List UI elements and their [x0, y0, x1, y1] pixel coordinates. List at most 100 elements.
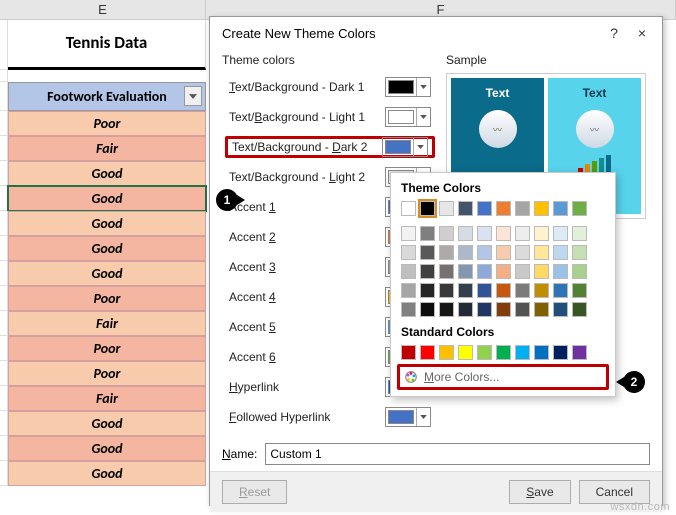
color-swatch[interactable] — [439, 201, 454, 216]
color-swatch[interactable] — [420, 201, 435, 216]
color-swatch[interactable] — [496, 283, 511, 298]
color-swatch[interactable] — [420, 226, 435, 241]
color-swatch[interactable] — [458, 201, 473, 216]
table-row[interactable]: Good — [8, 161, 206, 186]
color-swatch[interactable] — [477, 283, 492, 298]
color-swatch[interactable] — [515, 264, 530, 279]
color-swatch[interactable] — [458, 264, 473, 279]
color-swatch[interactable] — [439, 226, 454, 241]
theme-item-swatch-dropdown[interactable] — [385, 407, 431, 427]
color-swatch[interactable] — [496, 302, 511, 317]
color-swatch[interactable] — [534, 264, 549, 279]
color-swatch[interactable] — [439, 302, 454, 317]
table-row[interactable]: Poor — [8, 336, 206, 361]
color-swatch[interactable] — [458, 345, 473, 360]
color-swatch[interactable] — [439, 264, 454, 279]
color-swatch[interactable] — [420, 302, 435, 317]
table-row[interactable]: Good — [8, 461, 206, 486]
color-swatch[interactable] — [458, 245, 473, 260]
color-swatch[interactable] — [572, 283, 587, 298]
table-row[interactable]: Good — [8, 436, 206, 461]
color-swatch[interactable] — [439, 283, 454, 298]
color-swatch[interactable] — [572, 264, 587, 279]
color-swatch[interactable] — [515, 302, 530, 317]
color-swatch[interactable] — [439, 245, 454, 260]
color-swatch[interactable] — [496, 245, 511, 260]
color-swatch[interactable] — [572, 302, 587, 317]
color-swatch[interactable] — [401, 201, 416, 216]
color-swatch[interactable] — [496, 345, 511, 360]
table-row[interactable]: Good — [8, 236, 206, 261]
color-swatch[interactable] — [458, 283, 473, 298]
color-swatch[interactable] — [572, 245, 587, 260]
table-row[interactable]: Good — [8, 261, 206, 286]
color-swatch[interactable] — [572, 226, 587, 241]
color-swatch[interactable] — [553, 245, 568, 260]
color-swatch[interactable] — [477, 264, 492, 279]
color-swatch[interactable] — [439, 345, 454, 360]
table-row[interactable]: Good — [8, 186, 206, 211]
theme-item-swatch-dropdown[interactable] — [382, 137, 428, 157]
table-row[interactable]: Fair — [8, 311, 206, 336]
close-button[interactable]: × — [628, 25, 656, 41]
color-swatch[interactable] — [420, 283, 435, 298]
table-row[interactable]: Poor — [8, 286, 206, 311]
color-swatch[interactable] — [496, 201, 511, 216]
color-swatch[interactable] — [534, 283, 549, 298]
color-swatch[interactable] — [477, 245, 492, 260]
color-swatch[interactable] — [553, 302, 568, 317]
color-swatch[interactable] — [515, 245, 530, 260]
color-swatch[interactable] — [401, 283, 416, 298]
more-colors-label: More Colors... — [424, 370, 499, 384]
color-swatch[interactable] — [553, 264, 568, 279]
reset-button[interactable]: Reset — [222, 480, 287, 504]
color-swatch[interactable] — [515, 345, 530, 360]
color-swatch[interactable] — [420, 264, 435, 279]
color-swatch[interactable] — [534, 245, 549, 260]
color-swatch[interactable] — [401, 226, 416, 241]
theme-item-swatch-dropdown[interactable] — [385, 107, 431, 127]
color-swatch[interactable] — [515, 201, 530, 216]
table-row[interactable]: Poor — [8, 361, 206, 386]
color-swatch[interactable] — [477, 226, 492, 241]
table-row[interactable]: Fair — [8, 136, 206, 161]
color-swatch[interactable] — [477, 201, 492, 216]
table-row[interactable]: Good — [8, 411, 206, 436]
color-swatch[interactable] — [553, 226, 568, 241]
table-row[interactable]: Good — [8, 211, 206, 236]
table-row[interactable]: Poor — [8, 111, 206, 136]
color-swatch[interactable] — [401, 302, 416, 317]
color-swatch[interactable] — [534, 201, 549, 216]
help-button[interactable]: ? — [600, 25, 628, 41]
color-swatch[interactable] — [477, 302, 492, 317]
color-swatch[interactable] — [515, 226, 530, 241]
filter-dropdown-button[interactable] — [184, 86, 202, 106]
color-swatch[interactable] — [534, 345, 549, 360]
color-swatch[interactable] — [496, 264, 511, 279]
color-swatch[interactable] — [401, 264, 416, 279]
color-swatch[interactable] — [572, 201, 587, 216]
color-swatch[interactable] — [534, 302, 549, 317]
theme-item-swatch-dropdown[interactable] — [385, 77, 431, 97]
table-row[interactable]: Fair — [8, 386, 206, 411]
color-swatch[interactable] — [572, 345, 587, 360]
color-swatch[interactable] — [401, 245, 416, 260]
theme-name-input[interactable] — [265, 443, 650, 465]
color-swatch[interactable] — [553, 201, 568, 216]
color-swatch[interactable] — [515, 283, 530, 298]
table-header[interactable]: Footwork Evaluation — [8, 82, 206, 111]
more-colors-button[interactable]: More Colors... — [397, 364, 609, 390]
color-swatch[interactable] — [496, 226, 511, 241]
color-swatch[interactable] — [553, 283, 568, 298]
color-swatch[interactable] — [420, 245, 435, 260]
color-swatch[interactable] — [534, 226, 549, 241]
color-swatch[interactable] — [458, 302, 473, 317]
sheet-title[interactable]: Tennis Data — [8, 20, 206, 70]
color-swatch[interactable] — [458, 226, 473, 241]
save-button[interactable]: Save — [509, 480, 570, 504]
column-header-e[interactable]: E — [0, 0, 206, 20]
color-swatch[interactable] — [420, 345, 435, 360]
color-swatch[interactable] — [401, 345, 416, 360]
color-swatch[interactable] — [553, 345, 568, 360]
color-swatch[interactable] — [477, 345, 492, 360]
